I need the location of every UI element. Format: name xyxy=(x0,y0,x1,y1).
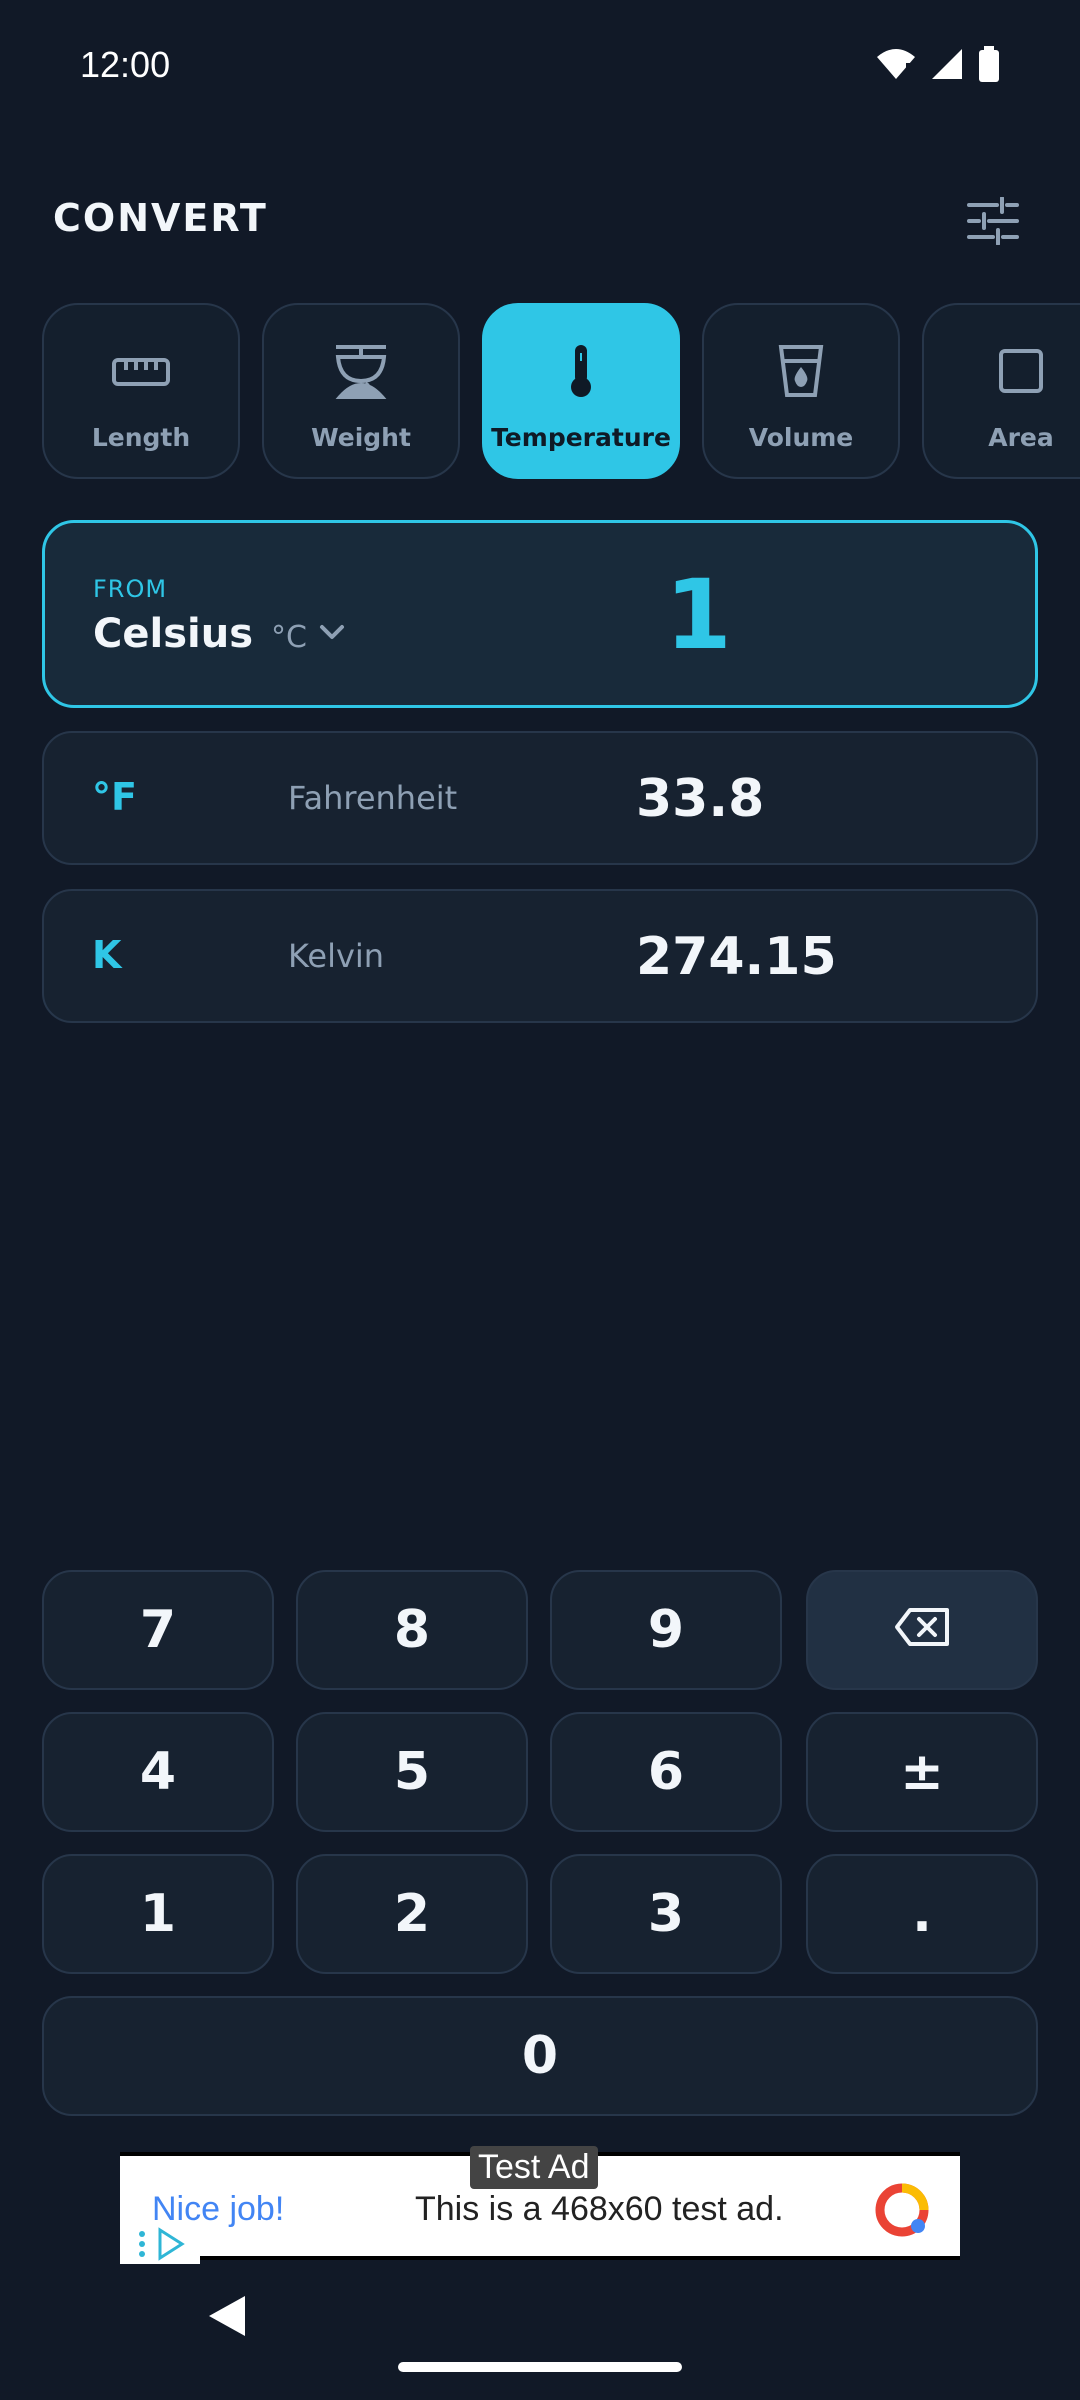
ad-body: This is a 468x60 test ad. xyxy=(415,2190,784,2228)
category-label: Area xyxy=(988,423,1054,452)
category-label: Weight xyxy=(311,423,411,452)
ruler-icon xyxy=(112,343,170,399)
result-row-kelvin[interactable]: K Kelvin 274.15 xyxy=(42,889,1038,1023)
from-unit-name: Celsius xyxy=(93,611,253,657)
from-label: FROM xyxy=(93,575,168,603)
result-value: 33.8 xyxy=(636,769,765,829)
back-triangle-icon xyxy=(205,2296,249,2344)
settings-button[interactable] xyxy=(958,188,1028,258)
decimal-button[interactable]: . xyxy=(806,1854,1038,1974)
ad-tag: Test Ad xyxy=(470,2146,598,2189)
status-time: 12:00 xyxy=(80,44,171,85)
status-icons xyxy=(876,46,1000,82)
key-8[interactable]: 8 xyxy=(296,1570,528,1690)
battery-icon xyxy=(978,46,1000,82)
cup-icon xyxy=(777,343,825,399)
result-row-fahrenheit[interactable]: °F Fahrenheit 33.8 xyxy=(42,731,1038,865)
result-value: 274.15 xyxy=(636,927,837,987)
category-weight[interactable]: Weight xyxy=(262,303,460,479)
key-3[interactable]: 3 xyxy=(550,1854,782,1974)
category-tabs: Length Weight Temperature Volume Area xyxy=(42,303,1080,483)
category-length[interactable]: Length xyxy=(42,303,240,479)
cellular-signal-icon xyxy=(930,47,964,81)
square-icon xyxy=(998,343,1044,399)
ad-logo-icon xyxy=(874,2182,930,2242)
key-5[interactable]: 5 xyxy=(296,1712,528,1832)
nav-back-button[interactable] xyxy=(205,2292,249,2344)
key-9[interactable]: 9 xyxy=(550,1570,782,1690)
page-title: CONVERT xyxy=(53,196,268,240)
from-unit-symbol: °C xyxy=(271,620,307,655)
ad-choices-icon[interactable] xyxy=(120,2224,200,2264)
thermometer-icon xyxy=(565,343,597,399)
scale-icon xyxy=(332,343,390,399)
from-value: 1 xyxy=(665,559,732,671)
key-1[interactable]: 1 xyxy=(42,1854,274,1974)
key-2[interactable]: 2 xyxy=(296,1854,528,1974)
category-volume[interactable]: Volume xyxy=(702,303,900,479)
category-area[interactable]: Area xyxy=(922,303,1080,479)
category-label: Volume xyxy=(748,423,854,452)
category-label: Temperature xyxy=(491,423,671,452)
plus-minus-button[interactable]: ± xyxy=(806,1712,1038,1832)
chevron-down-icon xyxy=(319,624,345,644)
from-input-card[interactable]: FROM Celsius °C 1 xyxy=(42,520,1038,708)
ad-banner[interactable]: Test Ad Nice job! This is a 468x60 test … xyxy=(120,2146,960,2264)
home-gesture-bar[interactable] xyxy=(398,2362,682,2372)
backspace-icon xyxy=(894,1600,950,1660)
status-bar: 12:00 xyxy=(0,0,1080,130)
from-unit-selector[interactable]: Celsius °C xyxy=(93,611,345,657)
category-temperature[interactable]: Temperature xyxy=(482,303,680,479)
sliders-icon xyxy=(967,196,1019,249)
wifi-icon xyxy=(876,47,916,81)
category-label: Length xyxy=(91,423,191,452)
result-unit-name: Fahrenheit xyxy=(288,779,458,817)
key-6[interactable]: 6 xyxy=(550,1712,782,1832)
result-symbol: °F xyxy=(92,775,137,819)
key-7[interactable]: 7 xyxy=(42,1570,274,1690)
backspace-button[interactable] xyxy=(806,1570,1038,1690)
result-unit-name: Kelvin xyxy=(288,937,385,975)
result-symbol: K xyxy=(92,933,122,977)
key-0[interactable]: 0 xyxy=(42,1996,1038,2116)
key-4[interactable]: 4 xyxy=(42,1712,274,1832)
